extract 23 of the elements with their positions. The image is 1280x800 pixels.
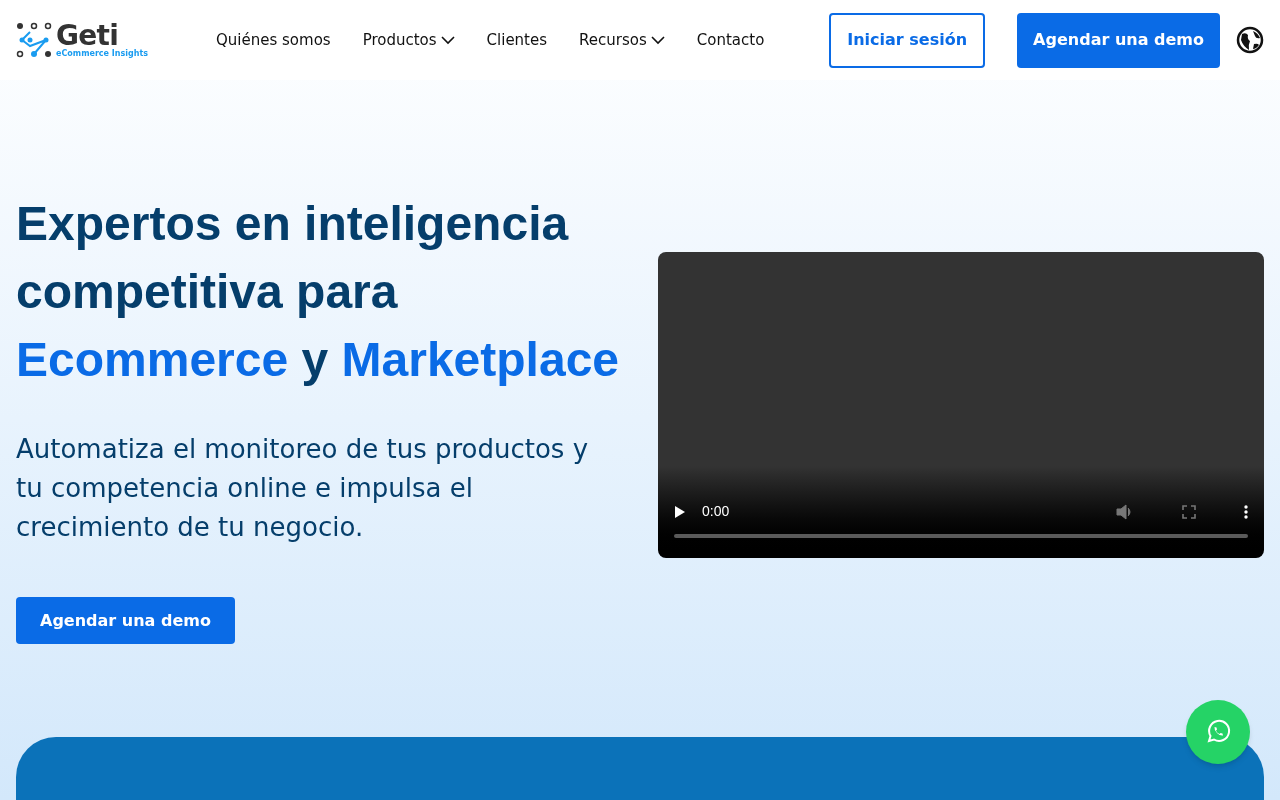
more-icon[interactable]: [1244, 504, 1248, 519]
logo-tagline: eCommerce Insights: [56, 50, 148, 58]
play-icon[interactable]: [674, 504, 686, 519]
nav-link[interactable]: Clientes: [486, 28, 548, 52]
nav-link[interactable]: Quiénes somos: [216, 28, 331, 52]
whatsapp-button[interactable]: [1186, 700, 1250, 764]
nav-link[interactable]: Productos: [362, 28, 455, 52]
fullscreen-icon[interactable]: [1182, 504, 1196, 519]
progress-track[interactable]: [674, 534, 1248, 538]
volume-icon[interactable]: [1116, 503, 1134, 520]
nav-link[interactable]: Contacto: [696, 28, 765, 52]
login-button[interactable]: Iniciar sesión: [829, 12, 986, 68]
globe-icon[interactable]: [1236, 26, 1264, 54]
nav-link[interactable]: Recursos: [579, 28, 665, 52]
logo-icon: [16, 22, 52, 58]
logo-wordmark: Geti: [56, 22, 119, 50]
video-player[interactable]: 0:00: [658, 252, 1264, 558]
cta-button[interactable]: Agendar una demo: [16, 597, 235, 644]
time-display: 0:00: [702, 502, 730, 521]
whatsapp-icon: [1205, 719, 1231, 745]
demo-button[interactable]: Agendar una demo: [1017, 12, 1220, 68]
hero-subtitle: Automatiza el monitoreo de tus productos y tu competencia online e impulsa el crecimiento de tu negocio.: [16, 433, 590, 544]
hero-headline: Expertos en inteligencia competitiva para Ecommerce y Marketplace: [16, 196, 621, 388]
